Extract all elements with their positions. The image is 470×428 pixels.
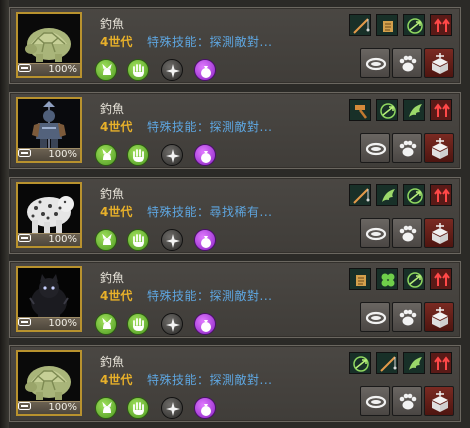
red-arrows-skill-icon[interactable] [430, 14, 452, 36]
seal-button[interactable] [424, 302, 454, 332]
stamina-icon [18, 64, 31, 72]
pet-name: 釣魚 [100, 102, 125, 116]
pet-generation: 4世代 [100, 205, 133, 219]
bag-skill-icon[interactable] [194, 397, 216, 419]
health-percent: 100% [48, 402, 77, 413]
red-arrows-skill-icon[interactable] [430, 268, 452, 290]
compass-skill-icon[interactable] [161, 144, 183, 166]
pet-portrait[interactable]: 100% [16, 12, 82, 78]
stamina-icon [18, 234, 31, 242]
paw-arrow-skill-icon[interactable] [349, 352, 371, 374]
paw-arrow-skill-icon[interactable] [403, 14, 425, 36]
rod-skill-icon[interactable] [349, 184, 371, 206]
cat-skill-icon[interactable] [95, 144, 117, 166]
seal-button[interactable] [424, 386, 454, 416]
feed-button[interactable] [360, 218, 390, 248]
pet-special-skill: 特殊技能：探測敵對... [147, 35, 273, 49]
pet-name: 釣魚 [100, 187, 125, 201]
seal-button[interactable] [424, 218, 454, 248]
pet-action-button[interactable] [392, 48, 422, 78]
bag-skill-icon[interactable] [194, 229, 216, 251]
health-bar: 100% [18, 317, 80, 330]
hand-skill-icon[interactable] [127, 313, 149, 335]
wing-skill-icon[interactable] [403, 99, 425, 121]
compass-skill-icon[interactable] [161, 59, 183, 81]
hand-skill-icon[interactable] [127, 397, 149, 419]
compass-skill-icon[interactable] [161, 229, 183, 251]
pet-generation: 4世代 [100, 120, 133, 134]
cat-skill-icon[interactable] [95, 397, 117, 419]
pet-special-skill: 特殊技能：探測敵對... [147, 373, 273, 387]
hammer-skill-icon[interactable] [349, 99, 371, 121]
paw-arrow-skill-icon[interactable] [403, 268, 425, 290]
pet-portrait[interactable]: 100% [16, 266, 82, 332]
scroll-skill-icon[interactable] [376, 14, 398, 36]
pet-name: 釣魚 [100, 17, 125, 31]
red-arrows-skill-icon[interactable] [430, 99, 452, 121]
pet-portrait[interactable]: 100% [16, 182, 82, 248]
pet-action-button[interactable] [392, 386, 422, 416]
pet-portrait[interactable]: 100% [16, 97, 82, 163]
scroll-skill-icon[interactable] [349, 268, 371, 290]
health-bar: 100% [18, 148, 80, 161]
pet-generation: 4世代 [100, 373, 133, 387]
stamina-icon [18, 149, 31, 157]
bag-skill-icon[interactable] [194, 313, 216, 335]
stamina-icon [18, 318, 31, 326]
pet-card[interactable]: 100% 釣魚 4世代 特殊技能：探測敵對... [9, 7, 461, 84]
pet-generation: 4世代 [100, 35, 133, 49]
health-percent: 100% [48, 64, 77, 75]
seal-button[interactable] [424, 48, 454, 78]
pet-action-button[interactable] [392, 218, 422, 248]
bag-skill-icon[interactable] [194, 144, 216, 166]
wing-skill-icon[interactable] [376, 184, 398, 206]
pet-name: 釣魚 [100, 271, 125, 285]
compass-skill-icon[interactable] [161, 397, 183, 419]
hand-skill-icon[interactable] [127, 144, 149, 166]
red-arrows-skill-icon[interactable] [430, 352, 452, 374]
pet-action-button[interactable] [392, 302, 422, 332]
rod-skill-icon[interactable] [349, 14, 371, 36]
pet-generation: 4世代 [100, 289, 133, 303]
seal-button[interactable] [424, 133, 454, 163]
health-percent: 100% [48, 318, 77, 329]
health-bar: 100% [18, 401, 80, 414]
bag-skill-icon[interactable] [194, 59, 216, 81]
pet-action-button[interactable] [392, 133, 422, 163]
clover-skill-icon[interactable] [376, 268, 398, 290]
feed-button[interactable] [360, 302, 390, 332]
rod-skill-icon[interactable] [376, 352, 398, 374]
pet-card[interactable]: 100% 釣魚 4世代 特殊技能：探測敵對... [9, 345, 461, 422]
pet-special-skill: 特殊技能：尋找稀有... [147, 205, 273, 219]
hand-skill-icon[interactable] [127, 229, 149, 251]
pet-card[interactable]: 100% 釣魚 4世代 特殊技能：尋找稀有... [9, 177, 461, 254]
feed-button[interactable] [360, 386, 390, 416]
window-left-edge [0, 0, 9, 428]
pet-name: 釣魚 [100, 355, 125, 369]
compass-skill-icon[interactable] [161, 313, 183, 335]
hand-skill-icon[interactable] [127, 59, 149, 81]
pet-card[interactable]: 100% 釣魚 4世代 特殊技能：探測敵對... [9, 92, 461, 169]
red-arrows-skill-icon[interactable] [430, 184, 452, 206]
pet-card[interactable]: 100% 釣魚 4世代 特殊技能：探測敵對... [9, 261, 461, 338]
health-bar: 100% [18, 63, 80, 76]
stamina-icon [18, 402, 31, 410]
feed-button[interactable] [360, 133, 390, 163]
wing-skill-icon[interactable] [403, 352, 425, 374]
paw-arrow-skill-icon[interactable] [376, 99, 398, 121]
cat-skill-icon[interactable] [95, 59, 117, 81]
cat-skill-icon[interactable] [95, 229, 117, 251]
feed-button[interactable] [360, 48, 390, 78]
paw-arrow-skill-icon[interactable] [403, 184, 425, 206]
health-percent: 100% [48, 234, 77, 245]
health-bar: 100% [18, 233, 80, 246]
pet-special-skill: 特殊技能：探測敵對... [147, 289, 273, 303]
health-percent: 100% [48, 149, 77, 160]
pet-special-skill: 特殊技能：探測敵對... [147, 120, 273, 134]
pet-portrait[interactable]: 100% [16, 350, 82, 416]
cat-skill-icon[interactable] [95, 313, 117, 335]
